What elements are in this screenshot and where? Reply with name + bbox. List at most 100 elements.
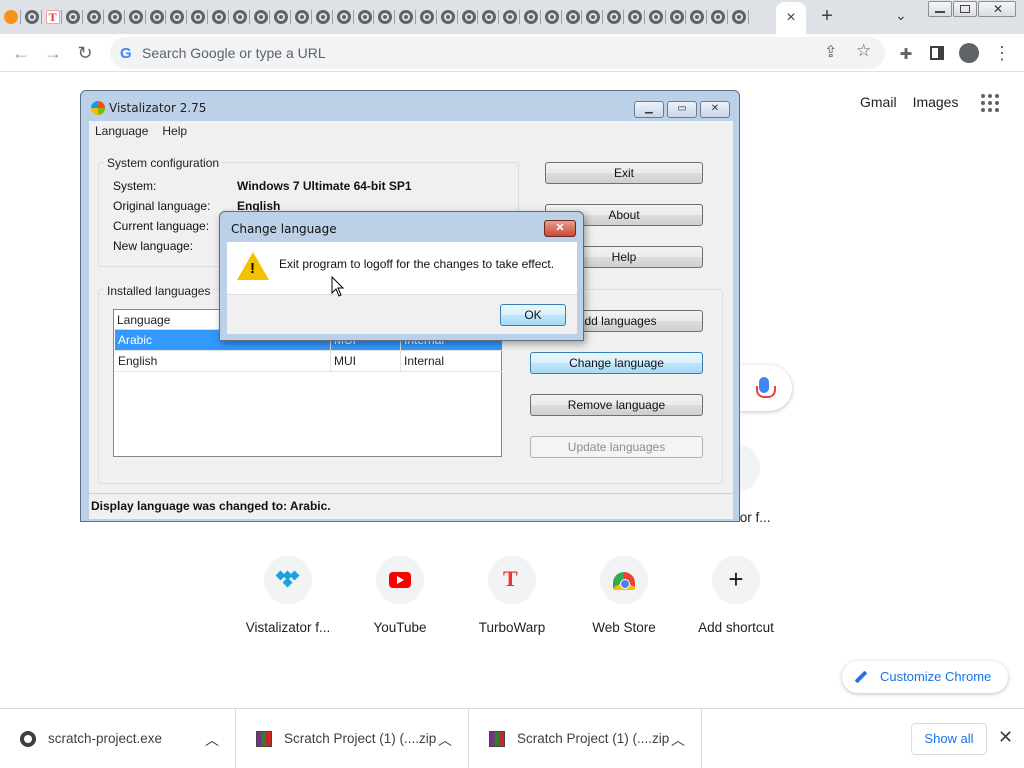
tab[interactable] — [250, 0, 271, 34]
tab[interactable] — [83, 0, 104, 34]
tab-favicon-icon — [232, 10, 247, 24]
tab[interactable] — [104, 0, 125, 34]
close-icon: ✕ — [710, 103, 720, 114]
tab[interactable] — [686, 0, 708, 34]
zip-file-icon — [256, 731, 272, 747]
shortcut-youtube[interactable]: YouTube — [350, 556, 450, 635]
type-cell: MUI — [331, 351, 401, 372]
tab-favicon-icon — [544, 10, 559, 24]
dialog-close-button[interactable]: ✕ — [544, 220, 576, 237]
tab[interactable] — [166, 0, 188, 34]
menu-button[interactable]: ⋮ — [989, 40, 1015, 66]
download-item[interactable]: Scratch Project (1) (....zip ︿ — [469, 709, 702, 768]
download-filename: Scratch Project (1) (....zip — [284, 731, 437, 746]
extensions-button[interactable]: ✚ — [893, 40, 919, 66]
restore-icon — [960, 5, 970, 13]
tab[interactable] — [229, 0, 250, 34]
tab[interactable] — [582, 0, 604, 34]
gmail-link[interactable]: Gmail — [860, 94, 897, 110]
omnibox[interactable]: G ⇪ ☆ — [110, 37, 885, 69]
back-button[interactable]: ← — [8, 40, 34, 66]
update-languages-button[interactable]: Update languages — [530, 436, 703, 458]
tab[interactable] — [437, 0, 458, 34]
shortcut-label[interactable]: tor f... — [736, 510, 771, 525]
tab[interactable] — [666, 0, 687, 34]
change-language-button[interactable]: Change language — [530, 352, 703, 374]
tab[interactable] — [541, 0, 562, 34]
tab[interactable] — [458, 0, 479, 34]
dialog-body: Exit program to logoff for the changes t… — [227, 242, 577, 294]
active-tab-close-button[interactable]: × — [776, 2, 806, 34]
remove-language-button[interactable]: Remove language — [530, 394, 703, 416]
tab[interactable] — [333, 0, 354, 34]
ok-button[interactable]: OK — [500, 304, 566, 326]
download-item[interactable]: scratch-project.exe ︿ — [0, 709, 236, 768]
close-button[interactable]: ✕ — [700, 101, 730, 118]
tab[interactable] — [270, 0, 292, 34]
exit-button[interactable]: Exit — [545, 162, 703, 184]
tab-search-button[interactable]: ⌄ — [895, 7, 907, 24]
shortcut-web-store[interactable]: Web Store — [574, 556, 674, 635]
chevron-up-icon[interactable]: ︿ — [438, 730, 452, 750]
tab[interactable] — [707, 0, 728, 34]
download-filename: Scratch Project (1) (....zip — [517, 731, 670, 746]
new-tab-button[interactable]: + — [815, 5, 839, 29]
share-icon[interactable]: ⇪ — [824, 42, 837, 62]
tab[interactable] — [374, 0, 396, 34]
tab[interactable] — [42, 0, 63, 34]
tab[interactable] — [624, 0, 645, 34]
restore-button[interactable] — [953, 1, 977, 17]
download-item[interactable]: Scratch Project (1) (....zip ︿ — [236, 709, 469, 768]
maximize-button[interactable]: ▭ — [667, 101, 697, 118]
chevron-up-icon[interactable]: ︿ — [205, 730, 219, 750]
minimize-button[interactable] — [928, 1, 952, 17]
tab[interactable] — [416, 0, 437, 34]
tab[interactable] — [208, 0, 229, 34]
tab[interactable] — [146, 0, 167, 34]
menu-language[interactable]: Language — [95, 121, 148, 141]
tab[interactable] — [395, 0, 416, 34]
tab-favicon-icon — [378, 10, 393, 24]
customize-chrome-button[interactable]: Customize Chrome — [842, 661, 1008, 693]
add-shortcut-button[interactable]: + Add shortcut — [686, 556, 786, 635]
turbowarp-icon: T — [488, 556, 536, 604]
tab[interactable] — [354, 0, 375, 34]
profile-button[interactable] — [956, 40, 982, 66]
tab[interactable] — [312, 0, 333, 34]
tab[interactable] — [520, 0, 541, 34]
tab[interactable] — [21, 0, 42, 34]
table-row[interactable]: English MUI Internal — [115, 351, 502, 372]
forward-button[interactable]: → — [40, 40, 66, 66]
close-icon[interactable]: ✕ — [998, 727, 1013, 748]
close-icon[interactable]: × — [786, 9, 795, 27]
tab[interactable] — [603, 0, 624, 34]
images-link[interactable]: Images — [913, 94, 959, 110]
reload-button[interactable]: ↻ — [72, 40, 98, 66]
tab[interactable] — [499, 0, 520, 34]
tab[interactable] — [562, 0, 583, 34]
show-all-button[interactable]: Show all — [911, 723, 987, 755]
bookmark-star-icon[interactable]: ☆ — [856, 41, 871, 61]
minimize-button[interactable]: ▁ — [634, 101, 664, 118]
shortcut-turbowarp[interactable]: T TurboWarp — [462, 556, 562, 635]
menu-help[interactable]: Help — [162, 121, 187, 141]
tab-favicon-icon — [336, 10, 351, 24]
chevron-up-icon[interactable]: ︿ — [671, 730, 685, 750]
tab[interactable] — [728, 0, 749, 34]
shortcut-vistalizator[interactable]: Vistalizator f... — [238, 556, 338, 635]
side-panel-button[interactable] — [924, 40, 950, 66]
tab[interactable] — [0, 0, 21, 34]
window-close-button[interactable]: ✕ — [978, 1, 1016, 17]
tab[interactable] — [291, 0, 312, 34]
apps-grid-icon[interactable] — [981, 94, 999, 112]
tab[interactable] — [62, 0, 84, 34]
vistalizator-icon — [264, 556, 312, 604]
address-input[interactable] — [142, 43, 742, 63]
tab-favicon-icon — [731, 10, 746, 24]
tab[interactable] — [125, 0, 146, 34]
tab[interactable] — [478, 0, 500, 34]
tab[interactable] — [187, 0, 208, 34]
google-icon: G — [120, 45, 132, 62]
voice-search-button[interactable] — [740, 365, 792, 411]
tab[interactable] — [645, 0, 666, 34]
